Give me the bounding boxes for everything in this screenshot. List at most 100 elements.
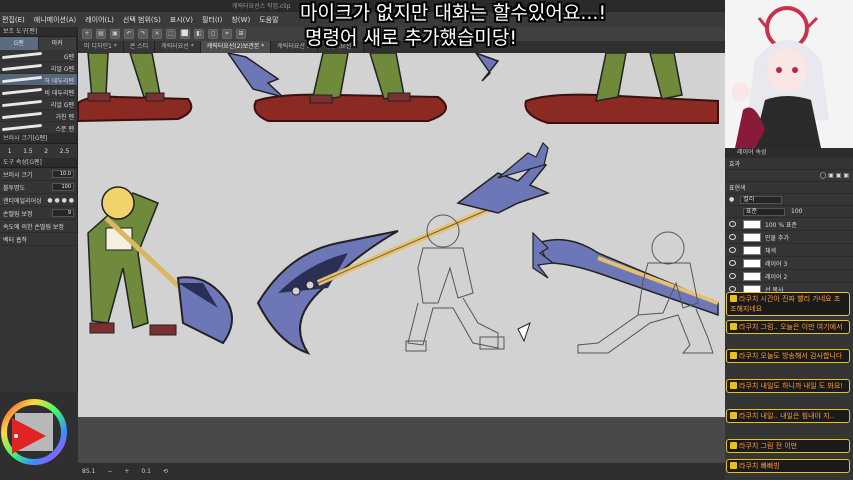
drawing-canvas[interactable] bbox=[78, 53, 725, 417]
eye-icon[interactable] bbox=[729, 247, 736, 253]
zoom-value[interactable]: 85.1 bbox=[82, 468, 95, 475]
brush-size-preset[interactable]: 2.5 bbox=[60, 148, 70, 155]
tab-document[interactable]: 미 디자인1 * bbox=[78, 41, 124, 53]
brush-item[interactable]: G펜 bbox=[0, 50, 77, 62]
fill-icon[interactable]: ◧ bbox=[194, 29, 204, 39]
undo-icon[interactable]: ↶ bbox=[124, 29, 134, 39]
chat-text: 라쿠치 오늘도 방송해서 감사합니다 bbox=[739, 352, 843, 360]
brush-item-selected[interactable]: 하 데두리펜 bbox=[0, 74, 77, 86]
color-mode-select[interactable]: 컬러 bbox=[740, 195, 783, 204]
antialias-dots-icon[interactable]: ● ● ● ● bbox=[47, 197, 74, 204]
layer-item[interactable]: 인물 추가 bbox=[725, 231, 853, 244]
prop-opacity[interactable]: 불투명도 100 bbox=[0, 181, 77, 194]
blend-mode-select[interactable]: 표준 bbox=[743, 207, 785, 216]
save-icon[interactable]: ▣ bbox=[110, 29, 120, 39]
menu-view[interactable]: 표시(V) bbox=[170, 15, 193, 25]
brush-item[interactable]: 거친 펜 bbox=[0, 110, 77, 122]
brush-stroke-preview bbox=[1, 99, 43, 108]
layer-item[interactable]: 채색 bbox=[725, 244, 853, 257]
select-icon[interactable]: ⬜ bbox=[180, 29, 190, 39]
color-wheel-icon[interactable] bbox=[0, 392, 78, 480]
layer-item[interactable]: 레이어 2 bbox=[725, 270, 853, 283]
brush-label: G펜 bbox=[63, 54, 74, 61]
snap-icon[interactable]: ⌗ bbox=[222, 29, 232, 39]
opacity-value[interactable]: 100 bbox=[791, 208, 802, 215]
brush-size-preset[interactable]: 1 bbox=[8, 148, 12, 155]
rotate-icon[interactable]: ⟲ bbox=[163, 468, 168, 475]
prop-vector-snap[interactable]: 벡터 흡착 bbox=[0, 233, 77, 246]
eye-icon[interactable] bbox=[729, 273, 736, 279]
chat-message: 라쿠치 내일도 하니까 내일 도 봐요! bbox=[726, 379, 850, 393]
tab-document-active[interactable]: 캐릭터요선(2)보관본 * bbox=[200, 41, 272, 53]
prop-value[interactable]: 10.0 bbox=[52, 170, 74, 178]
layer-thumbnail bbox=[743, 271, 761, 281]
redo-icon[interactable]: ↷ bbox=[138, 29, 148, 39]
layer-name: 인물 추가 bbox=[765, 234, 789, 242]
layer-thumbnail bbox=[743, 245, 761, 255]
brush-size-header: 브러시 크기[G펜] bbox=[0, 134, 77, 144]
canvas-outside-area bbox=[78, 417, 725, 463]
deselect-icon[interactable]: ◻ bbox=[208, 29, 218, 39]
chat-message: 라쿠치 내일.. 내일은 힘내야 지.. bbox=[726, 409, 850, 423]
layer-name: 100 % 표준 bbox=[765, 221, 798, 229]
layer-name: 레이어 3 bbox=[765, 260, 788, 268]
prop-brush-size[interactable]: 브러시 크기 10.0 bbox=[0, 168, 77, 181]
vtuber-avatar-overlay bbox=[725, 0, 853, 148]
expression-color-label: 표현색 bbox=[729, 185, 746, 192]
clear-icon[interactable]: ✕ bbox=[152, 29, 162, 39]
color-wheel-panel[interactable] bbox=[0, 392, 78, 480]
open-file-icon[interactable]: ▤ bbox=[96, 29, 106, 39]
menu-edit[interactable]: 편집(E) bbox=[2, 15, 25, 25]
menu-layer[interactable]: 레이어(L) bbox=[85, 15, 114, 25]
layer-item[interactable]: 100 % 표준 bbox=[725, 218, 853, 231]
transform-icon[interactable]: ⬚ bbox=[166, 29, 176, 39]
prop-speed-stabilization[interactable]: 속도에 의한 손떨림 보정 bbox=[0, 220, 77, 233]
layer-thumbnail bbox=[743, 219, 761, 229]
prop-stabilization[interactable]: 손떨림 보정 9 bbox=[0, 207, 77, 220]
brush-item[interactable]: 비 데두리펜 bbox=[0, 86, 77, 98]
brush-size-preset[interactable]: 2 bbox=[44, 148, 48, 155]
subtool-tab-marker[interactable]: 마커 bbox=[38, 37, 77, 50]
menu-animation[interactable]: 애니메이션(A) bbox=[34, 15, 76, 25]
eye-icon[interactable] bbox=[729, 234, 736, 240]
brush-item[interactable]: 스푼 펜 bbox=[0, 122, 77, 134]
prop-antialias[interactable]: 앤티에일리어싱 ● ● ● ● bbox=[0, 194, 77, 207]
rotation-value[interactable]: 0.1 bbox=[141, 468, 151, 475]
tool-property-header: 도구 속성[G펜] bbox=[0, 158, 77, 168]
eye-icon[interactable] bbox=[729, 260, 736, 266]
brush-label: 리얼 G펜 bbox=[50, 66, 74, 73]
chat-badge-icon bbox=[730, 323, 737, 330]
effect-row: 효과 bbox=[725, 158, 853, 170]
brush-item[interactable]: 리얼 G펜 bbox=[0, 98, 77, 110]
tab-document[interactable]: 캐릭터요선 * bbox=[155, 41, 201, 53]
chat-message: 라쿠치 오늘도 방송해서 감사합니다 bbox=[726, 349, 850, 363]
menu-filter[interactable]: 필터(I) bbox=[202, 15, 222, 25]
brush-size-preset[interactable]: 1.5 bbox=[23, 148, 33, 155]
ruler-icon[interactable]: ⊞ bbox=[236, 29, 246, 39]
brush-stroke-preview bbox=[1, 63, 43, 72]
stream-caption-line-1: 마이크가 없지만 대화는 할수있어요...! bbox=[300, 2, 607, 24]
prop-value[interactable]: 9 bbox=[52, 209, 74, 217]
tab-document[interactable]: 콘 스티 bbox=[123, 41, 156, 53]
layer-item[interactable]: 레이어 3 bbox=[725, 257, 853, 270]
menu-help[interactable]: 도움말 bbox=[259, 15, 278, 25]
prop-value[interactable]: 100 bbox=[52, 183, 74, 191]
brush-stroke-preview bbox=[1, 111, 43, 120]
zoom-out-icon[interactable]: − bbox=[107, 468, 112, 475]
zoom-in-icon[interactable]: + bbox=[124, 468, 129, 475]
menu-selection[interactable]: 선택 범위(S) bbox=[123, 15, 161, 25]
left-tool-panel: 보조 도구[펜] G펜 마커 G펜 리얼 G펜 하 데두리펜 비 데두리펜 리얼… bbox=[0, 27, 78, 480]
chat-message: 라쿠치 그럼.. 오늘은 이만 여기에서 bbox=[726, 320, 850, 334]
subtool-header: 보조 도구[펜] bbox=[0, 27, 77, 37]
prop-label: 속도에 의한 손떨림 보정 bbox=[3, 223, 64, 231]
menu-window[interactable]: 창(W) bbox=[231, 15, 250, 25]
blend-mode-row: 표준 100 bbox=[725, 206, 853, 218]
new-file-icon[interactable]: + bbox=[82, 29, 92, 39]
brush-item[interactable]: 리얼 G펜 bbox=[0, 62, 77, 74]
color-mode-row: ● 컬러 bbox=[725, 194, 853, 206]
effect-toggle-icon[interactable]: ◯ ▣ ▣ ▣ bbox=[820, 172, 849, 179]
eye-icon[interactable] bbox=[729, 221, 736, 227]
prop-label: 앤티에일리어싱 bbox=[3, 197, 42, 205]
subtool-tab-gpen[interactable]: G펜 bbox=[0, 37, 39, 50]
chat-badge-icon bbox=[730, 295, 737, 302]
